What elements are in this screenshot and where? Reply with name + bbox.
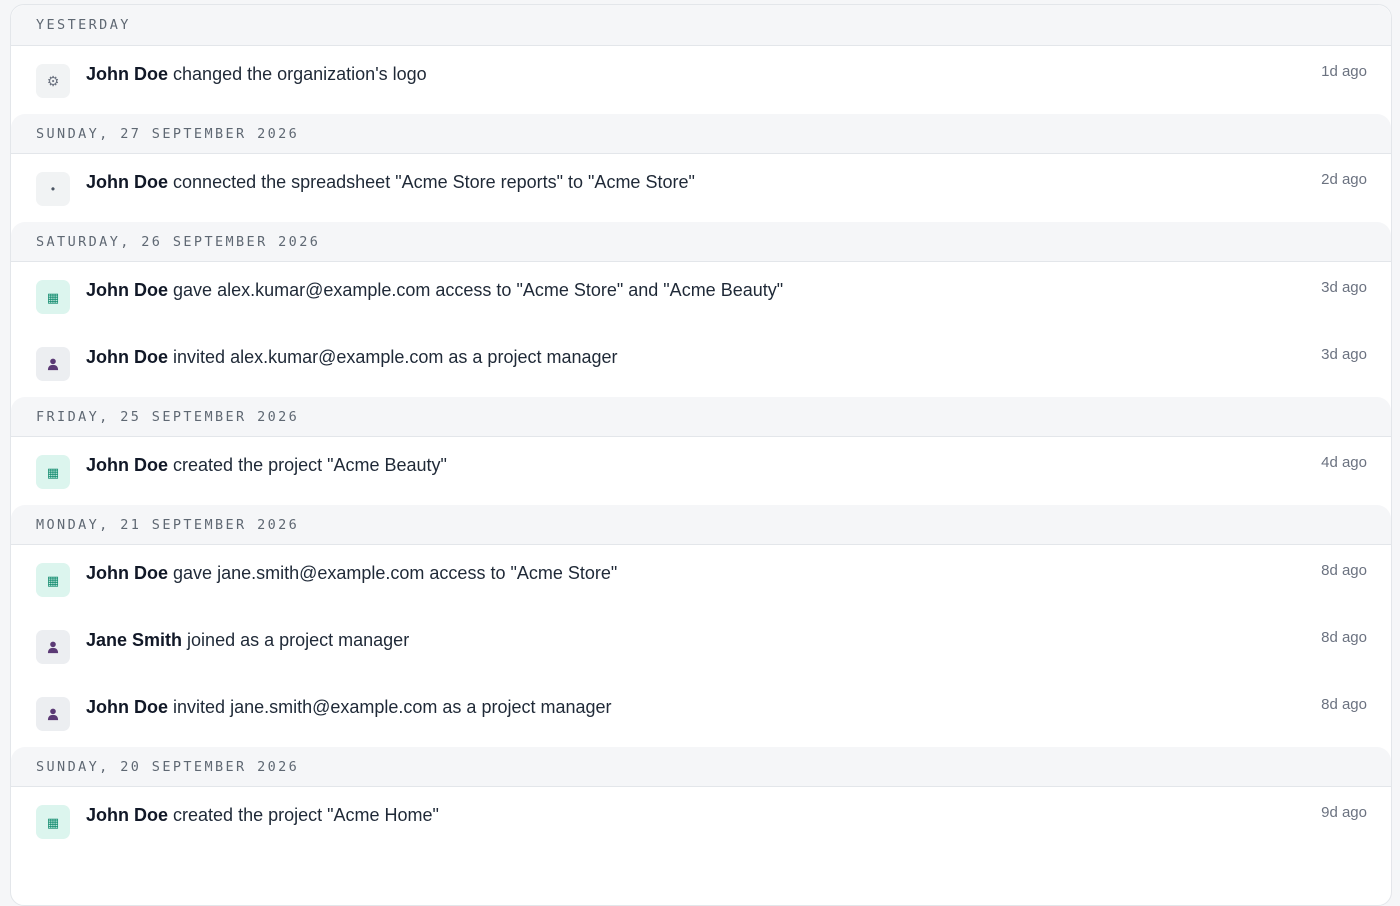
actor-name[interactable]: John Doe [86, 347, 168, 367]
grid-icon: ▦ [36, 455, 70, 489]
activity-timestamp: 8d ago [1321, 629, 1367, 646]
activity-group: YESTERDAY ⚙ John Doe changed the organiz… [11, 5, 1391, 114]
activity-text: John Doe gave jane.smith@example.com acc… [86, 561, 617, 585]
group-date-header: YESTERDAY [11, 5, 1391, 46]
activity-description: invited jane.smith@example.com as a proj… [173, 697, 612, 717]
activity-timestamp: 1d ago [1321, 63, 1367, 80]
activity-timestamp: 8d ago [1321, 562, 1367, 579]
activity-text: Jane Smith joined as a project manager [86, 628, 409, 652]
user-icon [36, 697, 70, 731]
activity-feed: YESTERDAY ⚙ John Doe changed the organiz… [10, 4, 1392, 906]
activity-timestamp: 2d ago [1321, 171, 1367, 188]
gear-icon: ⚙ [36, 64, 70, 98]
activity-entry: ▦ John Doe gave alex.kumar@example.com a… [11, 262, 1391, 329]
activity-text: John Doe connected the spreadsheet "Acme… [86, 170, 695, 194]
activity-group: SUNDAY, 27 SEPTEMBER 2026 • John Doe con… [11, 114, 1391, 222]
activity-description: gave jane.smith@example.com access to "A… [173, 563, 618, 583]
actor-name[interactable]: John Doe [86, 455, 168, 475]
activity-entry: John Doe invited alex.kumar@example.com … [11, 329, 1391, 397]
activity-description: invited alex.kumar@example.com as a proj… [173, 347, 618, 367]
activity-entry: • John Doe connected the spreadsheet "Ac… [11, 154, 1391, 222]
activity-timestamp: 3d ago [1321, 346, 1367, 363]
activity-text: John Doe changed the organization's logo [86, 62, 427, 86]
activity-entry: John Doe invited jane.smith@example.com … [11, 679, 1391, 747]
activity-entry: ⚙ John Doe changed the organization's lo… [11, 46, 1391, 114]
group-date-header: FRIDAY, 25 SEPTEMBER 2026 [11, 397, 1391, 437]
activity-entry: ▦ John Doe created the project "Acme Hom… [11, 787, 1391, 855]
activity-description: changed the organization's logo [173, 64, 427, 84]
activity-text: John Doe created the project "Acme Home" [86, 803, 439, 827]
activity-group: SATURDAY, 26 SEPTEMBER 2026 ▦ John Doe g… [11, 222, 1391, 397]
activity-description: created the project "Acme Beauty" [173, 455, 447, 475]
activity-description: joined as a project manager [187, 630, 410, 650]
group-date-header: SUNDAY, 27 SEPTEMBER 2026 [11, 114, 1391, 154]
activity-text: John Doe invited alex.kumar@example.com … [86, 345, 618, 369]
actor-name[interactable]: John Doe [86, 172, 168, 192]
activity-description: created the project "Acme Home" [173, 805, 439, 825]
actor-name[interactable]: John Doe [86, 64, 168, 84]
actor-name[interactable]: John Doe [86, 805, 168, 825]
grid-icon: ▦ [36, 280, 70, 314]
grid-icon: ▦ [36, 805, 70, 839]
actor-name[interactable]: John Doe [86, 563, 168, 583]
activity-text: John Doe gave alex.kumar@example.com acc… [86, 278, 783, 302]
activity-timestamp: 8d ago [1321, 696, 1367, 713]
activity-entry: Jane Smith joined as a project manager 8… [11, 612, 1391, 679]
user-icon [36, 347, 70, 381]
activity-entry: ▦ John Doe gave jane.smith@example.com a… [11, 545, 1391, 612]
activity-timestamp: 9d ago [1321, 804, 1367, 821]
activity-description: gave alex.kumar@example.com access to "A… [173, 280, 784, 300]
dot-icon: • [36, 172, 70, 206]
activity-text: John Doe invited jane.smith@example.com … [86, 695, 612, 719]
actor-name[interactable]: John Doe [86, 280, 168, 300]
activity-group: FRIDAY, 25 SEPTEMBER 2026 ▦ John Doe cre… [11, 397, 1391, 505]
activity-text: John Doe created the project "Acme Beaut… [86, 453, 447, 477]
grid-icon: ▦ [36, 563, 70, 597]
activity-group: MONDAY, 21 SEPTEMBER 2026 ▦ John Doe gav… [11, 505, 1391, 747]
activity-entry: ▦ John Doe created the project "Acme Bea… [11, 437, 1391, 505]
actor-name[interactable]: John Doe [86, 697, 168, 717]
user-icon [36, 630, 70, 664]
activity-timestamp: 4d ago [1321, 454, 1367, 471]
activity-timestamp: 3d ago [1321, 279, 1367, 296]
group-date-header: SUNDAY, 20 SEPTEMBER 2026 [11, 747, 1391, 787]
activity-description: connected the spreadsheet "Acme Store re… [173, 172, 695, 192]
group-date-header: SATURDAY, 26 SEPTEMBER 2026 [11, 222, 1391, 262]
group-date-header: MONDAY, 21 SEPTEMBER 2026 [11, 505, 1391, 545]
actor-name[interactable]: Jane Smith [86, 630, 182, 650]
